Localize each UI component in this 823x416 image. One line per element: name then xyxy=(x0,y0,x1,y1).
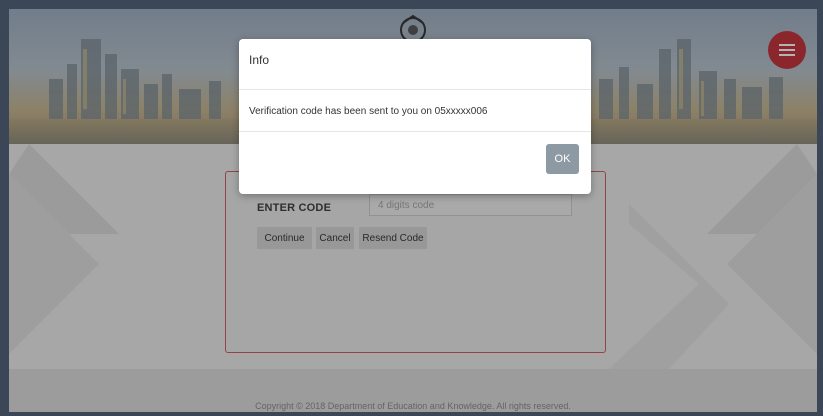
modal-title: Info xyxy=(249,53,270,67)
modal-divider xyxy=(239,131,591,132)
info-modal: Info Verification code has been sent to … xyxy=(239,39,591,194)
modal-message: Verification code has been sent to you o… xyxy=(249,106,488,117)
modal-divider xyxy=(239,89,591,90)
app-frame: ENTER CODE Continue Cancel Resend Code C… xyxy=(9,9,817,412)
ok-button[interactable]: OK xyxy=(546,144,579,174)
